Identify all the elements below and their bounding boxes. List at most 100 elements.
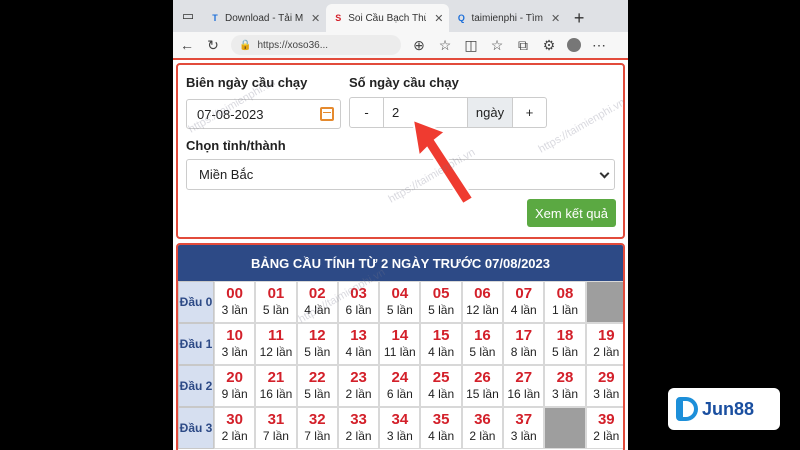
result-table: BẢNG CẦU TÍNH TỪ 2 NGÀY TRƯỚC 07/08/2023…: [176, 243, 625, 450]
tab-bar: ▭ T Download - Tải M ✕ S Soi Cầu Bạch Th…: [173, 0, 628, 32]
zoom-icon[interactable]: ⊕: [411, 37, 427, 54]
table-cell: [544, 407, 586, 449]
logo-text: Jun88: [702, 398, 755, 419]
reload-icon[interactable]: ↻: [205, 37, 221, 54]
table-cell: 12 5 lần: [296, 323, 338, 365]
cell-count: 12 lần: [259, 345, 293, 359]
cell-number: 23: [350, 369, 367, 386]
table-cell: 08 1 lần: [544, 281, 586, 323]
table-cell: 21 16 lần: [255, 365, 297, 407]
cell-number: 36: [474, 411, 491, 428]
cell-number: 22: [308, 369, 326, 386]
close-icon[interactable]: ✕: [551, 12, 560, 25]
workspace-icon[interactable]: ▭: [173, 0, 203, 32]
province-select[interactable]: Miền Bắc: [186, 159, 615, 190]
days-label: Số ngày cầu chạy: [349, 75, 459, 90]
cell-number: 18: [556, 327, 574, 344]
calendar-icon[interactable]: [320, 107, 334, 121]
view-results-button[interactable]: Xem kết quả: [527, 199, 616, 227]
cell-number: 17: [515, 327, 533, 344]
search-favicon-icon: Q: [457, 13, 465, 23]
chevron-down-icon: [599, 168, 610, 179]
browser-toolbar: ← ↻ 🔒 https://xoso36... ⊕ ☆ ◫ ☆ ⧉ ⚙ ⋯: [173, 32, 628, 58]
favorites-icon[interactable]: ☆: [489, 37, 505, 54]
cell-count: 2 lần: [469, 429, 496, 443]
table-cell: 27 16 lần: [503, 365, 545, 407]
cell-number: 28: [556, 369, 574, 386]
cell-count: 5 lần: [428, 303, 455, 317]
table-cell: 14 11 lần: [379, 323, 421, 365]
cell-count: 9 lần: [221, 387, 248, 401]
close-icon[interactable]: ✕: [434, 12, 443, 25]
cell-number: 12: [308, 327, 326, 344]
tab-search[interactable]: Q taimienphi - Tìm ✕: [449, 4, 566, 32]
cell-number: 06: [474, 285, 491, 302]
cell-number: 37: [515, 411, 533, 428]
table-cell: 30 2 lần: [214, 407, 256, 449]
table-cell: 28 3 lần: [544, 365, 586, 407]
cell-number: 34: [391, 411, 409, 428]
cell-count: 3 lần: [510, 429, 537, 443]
jun88-logo-icon: [676, 397, 698, 421]
cell-number: 21: [267, 369, 285, 386]
cell-count: 3 lần: [386, 429, 413, 443]
cell-count: 16 lần: [259, 387, 293, 401]
cell-count: 4 lần: [428, 429, 455, 443]
cell-number: 32: [308, 411, 326, 428]
province-value: Miền Bắc: [199, 167, 254, 182]
url-text: https://xoso36...: [257, 39, 329, 51]
plus-button[interactable]: +: [513, 97, 547, 128]
cell-count: 2 lần: [593, 345, 620, 359]
cell-count: 15 lần: [466, 387, 499, 401]
new-tab-button[interactable]: +: [566, 4, 592, 32]
cell-count: 4 lần: [345, 345, 372, 359]
split-screen-icon[interactable]: ◫: [463, 37, 479, 54]
table-cell: 29 3 lần: [585, 365, 623, 407]
table-cell: 35 4 lần: [420, 407, 462, 449]
cell-count: 2 lần: [345, 387, 372, 401]
tab-download[interactable]: T Download - Tải M ✕: [203, 4, 326, 32]
table-cell: 36 2 lần: [461, 407, 504, 449]
cell-number: 00: [226, 285, 243, 302]
minus-button[interactable]: -: [349, 97, 384, 128]
extensions-icon[interactable]: ⚙: [541, 37, 557, 54]
cell-count: 4 lần: [428, 345, 455, 359]
address-bar[interactable]: 🔒 https://xoso36...: [231, 35, 401, 55]
cell-number: 05: [432, 285, 450, 302]
cell-count: 3 lần: [552, 387, 579, 401]
cell-count: 5 lần: [469, 345, 496, 359]
cell-number: 01: [267, 285, 285, 302]
cell-number: 10: [226, 327, 243, 344]
avatar[interactable]: [567, 38, 581, 52]
favorite-star-icon[interactable]: ☆: [437, 37, 453, 54]
close-icon[interactable]: ✕: [311, 12, 320, 25]
cell-count: 2 lần: [221, 429, 248, 443]
cell-number: 15: [432, 327, 450, 344]
row-head: Đầu 3: [178, 407, 214, 449]
cell-count: 7 lần: [304, 429, 331, 443]
cell-number: 07: [515, 285, 533, 302]
table-cell: 19 2 lần: [585, 323, 623, 365]
cell-count: 2 lần: [345, 429, 372, 443]
cell-number: 39: [597, 411, 615, 428]
cell-number: 33: [350, 411, 367, 428]
cell-number: 24: [391, 369, 409, 386]
table-cell: 16 5 lần: [461, 323, 504, 365]
collections-icon[interactable]: ⧉: [515, 37, 531, 54]
cell-count: 4 lần: [428, 387, 455, 401]
back-icon[interactable]: ←: [179, 37, 195, 53]
table-cell: 33 2 lần: [337, 407, 380, 449]
table-cell: 18 5 lần: [544, 323, 586, 365]
tab-soi-cau[interactable]: S Soi Cầu Bạch Thủ ✕: [326, 4, 450, 32]
table-cell: 17 8 lần: [503, 323, 545, 365]
site-favicon-icon: S: [335, 13, 342, 23]
cell-count: 2 lần: [593, 429, 620, 443]
cell-count: 6 lần: [386, 387, 413, 401]
more-icon[interactable]: ⋯: [591, 37, 607, 54]
cell-count: 4 lần: [510, 303, 537, 317]
cell-number: 26: [474, 369, 491, 386]
table-cell: 39 2 lần: [585, 407, 623, 449]
cell-number: 27: [515, 369, 533, 386]
lock-icon: 🔒: [239, 39, 252, 51]
cell-count: 1 lần: [552, 303, 579, 317]
